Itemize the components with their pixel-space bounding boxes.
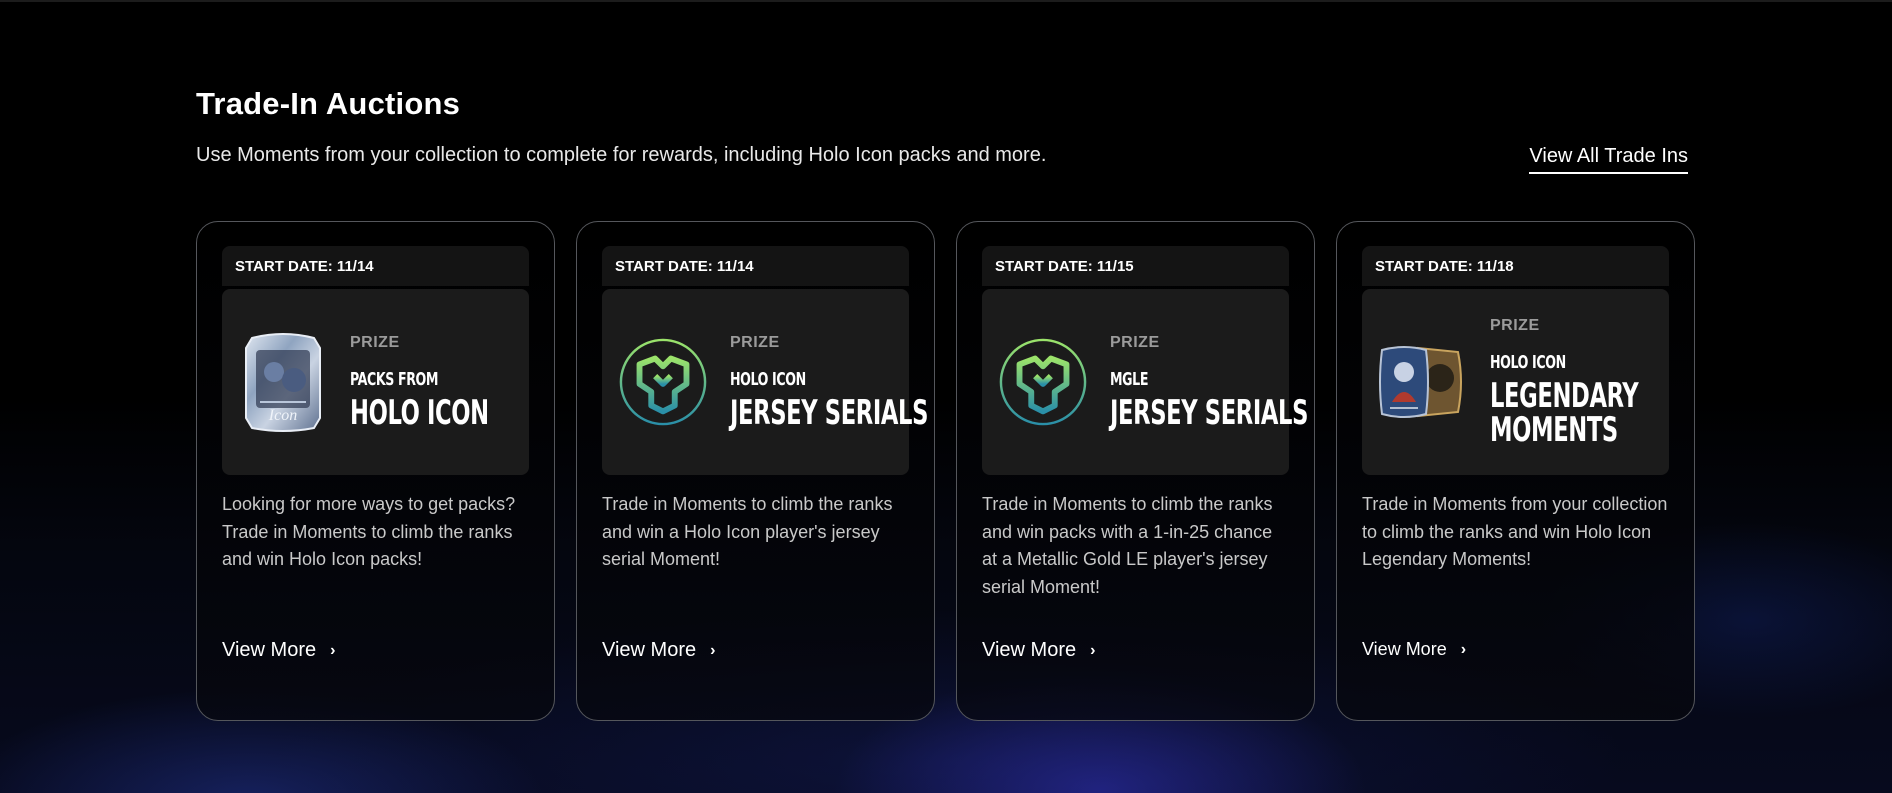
chevron-right-icon: › bbox=[330, 641, 336, 659]
view-more-label: View More bbox=[982, 639, 1077, 661]
trade-in-auctions-section: Trade-In Auctions Use Moments from your … bbox=[196, 86, 1696, 721]
view-more-label: View More bbox=[222, 639, 317, 661]
section-title: Trade-In Auctions bbox=[196, 86, 461, 121]
prize-title: JERSEY SERIALS bbox=[730, 392, 929, 433]
svg-text:Icon: Icon bbox=[268, 407, 297, 424]
prize-subtitle: HOLO ICON bbox=[730, 369, 806, 391]
prize-title-line-1: LEGENDARY bbox=[1490, 375, 1639, 416]
prize-text: PRIZE PACKS FROM HOLO ICON bbox=[350, 334, 537, 430]
auction-cards: START DATE: 11/14 Icon PRIZE PACKS FROM … bbox=[196, 221, 1695, 721]
card-description: Looking for more ways to get packs? Trad… bbox=[222, 494, 516, 569]
subtitle-row: Use Moments from your collection to comp… bbox=[196, 144, 1696, 174]
auction-card: START DATE: 11/15 PRIZE MGLE JERSEY SERI… bbox=[956, 221, 1315, 721]
prize-subtitle: PACKS FROM bbox=[350, 369, 439, 391]
prize-label: PRIZE bbox=[350, 334, 400, 352]
view-all-trade-ins-link[interactable]: View All Trade Ins bbox=[1529, 145, 1688, 174]
holo-icon-pack-image: Icon bbox=[238, 328, 328, 436]
prize-title-line-2: MOMENTS bbox=[1490, 409, 1618, 450]
chevron-right-icon: › bbox=[1090, 641, 1096, 659]
start-date: START DATE: 11/18 bbox=[1362, 246, 1669, 286]
prize-title: HOLO ICON bbox=[350, 392, 489, 433]
view-more-button[interactable]: View More › bbox=[602, 639, 715, 662]
view-more-label: View More bbox=[1362, 639, 1447, 659]
prize-box: PRIZE HOLO ICON JERSEY SERIALS bbox=[602, 289, 928, 475]
start-date: START DATE: 11/15 bbox=[982, 246, 1289, 286]
auction-card: START DATE: 11/14 bbox=[576, 221, 935, 721]
view-more-label: View More bbox=[602, 639, 697, 661]
jersey-serial-badge-icon bbox=[618, 328, 708, 436]
prize-subtitle: HOLO ICON bbox=[1490, 352, 1566, 374]
prize-text: PRIZE HOLO ICON LEGENDARY MOMENTS bbox=[1490, 317, 1690, 447]
card-description: Trade in Moments from your collection to… bbox=[1362, 494, 1668, 569]
view-more-button[interactable]: View More › bbox=[1362, 639, 1466, 660]
prize-title: JERSEY SERIALS bbox=[1110, 392, 1309, 433]
auction-card: START DATE: 11/18 PRIZE HOLO ICON LEGEND… bbox=[1336, 221, 1695, 721]
view-more-button[interactable]: View More › bbox=[222, 639, 335, 662]
card-description: Trade in Moments to climb the ranks and … bbox=[602, 494, 893, 569]
chevron-right-icon: › bbox=[1460, 640, 1467, 658]
start-date: START DATE: 11/14 bbox=[602, 246, 909, 286]
chevron-right-icon: › bbox=[710, 641, 716, 659]
prize-box: Icon PRIZE PACKS FROM HOLO ICON bbox=[222, 289, 529, 475]
auction-card: START DATE: 11/14 bbox=[196, 221, 555, 721]
start-date: START DATE: 11/14 bbox=[222, 246, 529, 286]
legendary-moment-cards-image bbox=[1378, 328, 1468, 436]
section-subtitle: Use Moments from your collection to comp… bbox=[196, 144, 1047, 166]
view-more-button[interactable]: View More › bbox=[982, 639, 1095, 662]
top-divider bbox=[0, 0, 1892, 2]
jersey-serial-badge-icon bbox=[998, 328, 1088, 436]
prize-label: PRIZE bbox=[1490, 317, 1540, 335]
prize-subtitle: MGLE bbox=[1110, 369, 1149, 391]
prize-box: PRIZE MGLE JERSEY SERIALS bbox=[982, 289, 1308, 475]
prize-box: PRIZE HOLO ICON LEGENDARY MOMENTS bbox=[1362, 289, 1669, 475]
card-description: Trade in Moments to climb the ranks and … bbox=[982, 494, 1273, 597]
